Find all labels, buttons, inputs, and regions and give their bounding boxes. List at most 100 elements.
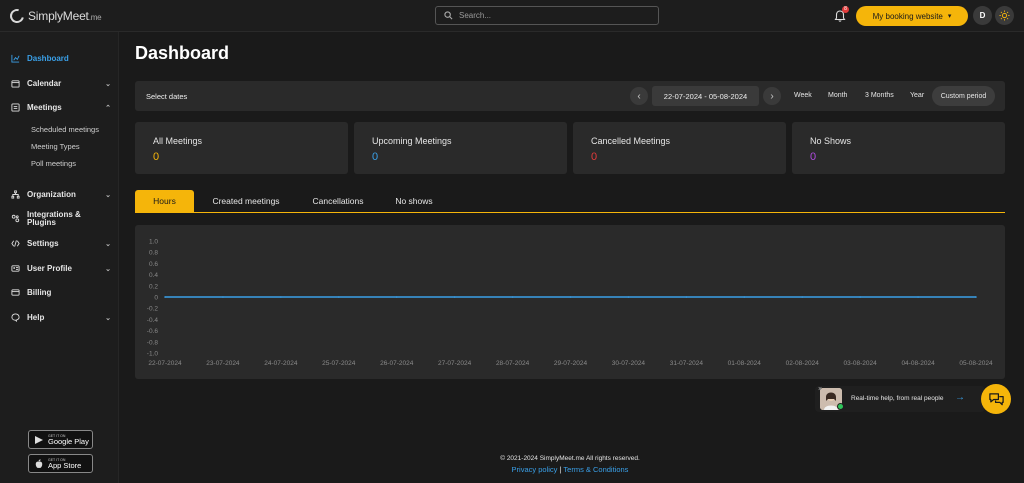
logo[interactable]: SimplyMeet.me — [7, 6, 102, 26]
booking-website-button[interactable]: My booking website ▾ — [856, 6, 968, 26]
sidebar-item-organization[interactable]: Organization ⌄ — [11, 190, 111, 199]
next-period-button[interactable]: › — [763, 87, 781, 105]
data-point[interactable] — [685, 296, 688, 298]
sidebar-item-settings[interactable]: Settings ⌄ — [11, 239, 111, 248]
x-tick-label: 04-08-2024 — [901, 360, 935, 367]
y-tick-label: -0.4 — [147, 317, 159, 324]
footer: © 2021-2024 SimplyMeet.me All rights res… — [440, 455, 700, 474]
hours-chart: 1.0 0.8 0.6 0.4 0.2 0 -0.2 -0.4 -0.6 -0.8 -1.0 22-0… — [147, 239, 993, 368]
stat-label: All Meetings — [153, 136, 203, 146]
apple-icon — [35, 458, 43, 468]
data-point[interactable] — [569, 296, 572, 298]
sidebar-item-label: Settings — [27, 239, 59, 248]
data-point[interactable] — [743, 296, 746, 298]
help-icon — [11, 313, 20, 322]
y-tick-label: 0.8 — [149, 250, 158, 257]
stat-label: No Shows — [810, 136, 852, 146]
x-tick-label: 01-08-2024 — [728, 360, 762, 367]
data-point[interactable] — [917, 296, 919, 298]
sidebar-subitem-scheduled-meetings[interactable]: Scheduled meetings — [31, 125, 99, 134]
sidebar-item-billing[interactable]: Billing — [11, 288, 111, 297]
period-custom[interactable]: Custom period — [932, 86, 995, 106]
search-input[interactable] — [459, 11, 649, 20]
integrations-icon — [11, 214, 20, 223]
chat-invite-text: Real-time help, from real people — [851, 395, 944, 402]
privacy-policy-link[interactable]: Privacy policy — [512, 465, 558, 474]
data-point[interactable] — [280, 296, 282, 298]
sidebar-item-help[interactable]: Help ⌄ — [11, 313, 111, 322]
chat-invite[interactable]: × Real-time help, from real people → — [815, 386, 985, 412]
x-tick-label: 28-07-2024 — [496, 360, 530, 367]
sidebar-item-label: Meetings — [27, 103, 62, 112]
stat-value: 0 — [810, 151, 817, 163]
tab-created-meetings[interactable]: Created meetings — [200, 190, 292, 212]
tab-cancellations[interactable]: Cancellations — [300, 190, 376, 212]
calendar-icon — [11, 80, 20, 88]
period-week[interactable]: Week — [794, 92, 812, 99]
meetings-icon — [11, 103, 20, 112]
logo-icon — [7, 6, 27, 26]
x-tick-label: 31-07-2024 — [670, 360, 704, 367]
x-tick-label: 29-07-2024 — [554, 360, 588, 367]
period-3-months[interactable]: 3 Months — [865, 92, 894, 99]
stat-card-upcoming-meetings: Upcoming Meetings 0 — [354, 122, 567, 174]
y-tick-label: 0.6 — [149, 261, 158, 268]
chat-button[interactable] — [981, 384, 1011, 414]
google-play-badge[interactable]: GET IT ON Google Play — [28, 430, 93, 449]
data-point[interactable] — [511, 296, 514, 298]
x-tick-label: 02-08-2024 — [786, 360, 820, 367]
sidebar-subitem-poll-meetings[interactable]: Poll meetings — [31, 159, 76, 168]
sidebar-item-dashboard[interactable]: Dashboard — [11, 54, 111, 63]
x-tick-label: 24-07-2024 — [264, 360, 298, 367]
date-range-field[interactable]: 22-07-2024 - 05-08-2024 — [652, 86, 759, 106]
notification-badge: 8 — [842, 6, 849, 13]
sidebar-item-calendar[interactable]: Calendar ⌄ — [11, 79, 111, 88]
billing-icon — [11, 289, 20, 296]
copyright-text: © 2021-2024 SimplyMeet.me All rights res… — [500, 455, 640, 462]
online-status-dot — [837, 403, 844, 410]
user-card-icon — [11, 265, 20, 272]
notifications-button[interactable]: 8 — [833, 6, 849, 23]
terms-link[interactable]: Terms & Conditions — [563, 465, 628, 474]
data-point[interactable] — [164, 296, 166, 298]
chevron-down-icon: ⌄ — [105, 191, 111, 199]
chevron-left-icon: ‹ — [637, 90, 641, 102]
data-point[interactable] — [395, 296, 398, 298]
stat-value: 0 — [591, 151, 598, 163]
avatar[interactable]: D — [973, 6, 992, 25]
chevron-down-icon: ▾ — [947, 13, 952, 20]
sidebar: Dashboard Calendar ⌄ Meetings ⌃ Schedule… — [0, 32, 119, 483]
sidebar-item-label: User Profile — [27, 264, 72, 273]
sidebar-subitem-meeting-types[interactable]: Meeting Types — [31, 142, 80, 151]
stat-value: 0 — [372, 151, 379, 163]
stat-label: Upcoming Meetings — [372, 136, 452, 146]
data-point[interactable] — [975, 296, 977, 298]
data-point[interactable] — [801, 296, 804, 298]
sidebar-item-integrations[interactable]: Integrations & Plugins — [11, 211, 111, 227]
tab-no-shows[interactable]: No shows — [384, 190, 444, 212]
sidebar-item-user-profile[interactable]: User Profile ⌄ — [11, 264, 111, 273]
previous-period-button[interactable]: ‹ — [630, 87, 648, 105]
logo-text: SimplyMeet.me — [28, 9, 102, 23]
period-month[interactable]: Month — [828, 92, 847, 99]
data-point[interactable] — [222, 296, 224, 298]
y-tick-label: 0 — [154, 295, 158, 302]
sidebar-item-label: Billing — [27, 288, 52, 297]
chevron-up-icon: ⌃ — [105, 104, 111, 112]
close-icon[interactable]: × — [818, 386, 822, 393]
data-point[interactable] — [859, 296, 861, 298]
arrow-right-icon: → — [955, 392, 965, 403]
period-year[interactable]: Year — [910, 92, 924, 99]
stat-card-cancelled-meetings: Cancelled Meetings 0 — [573, 122, 786, 174]
stat-card-no-shows: No Shows 0 — [792, 122, 1005, 174]
app-store-badge[interactable]: GET IT ON App Store — [28, 454, 93, 473]
theme-toggle-button[interactable] — [995, 6, 1014, 25]
search-box[interactable] — [435, 6, 659, 25]
x-tick-label: 03-08-2024 — [844, 360, 878, 367]
data-point[interactable] — [337, 296, 340, 298]
data-point[interactable] — [453, 296, 456, 298]
tab-hours[interactable]: Hours — [135, 190, 194, 212]
sidebar-item-meetings[interactable]: Meetings ⌃ — [11, 103, 111, 112]
data-point[interactable] — [627, 296, 630, 298]
x-tick-label: 22-07-2024 — [148, 360, 182, 367]
